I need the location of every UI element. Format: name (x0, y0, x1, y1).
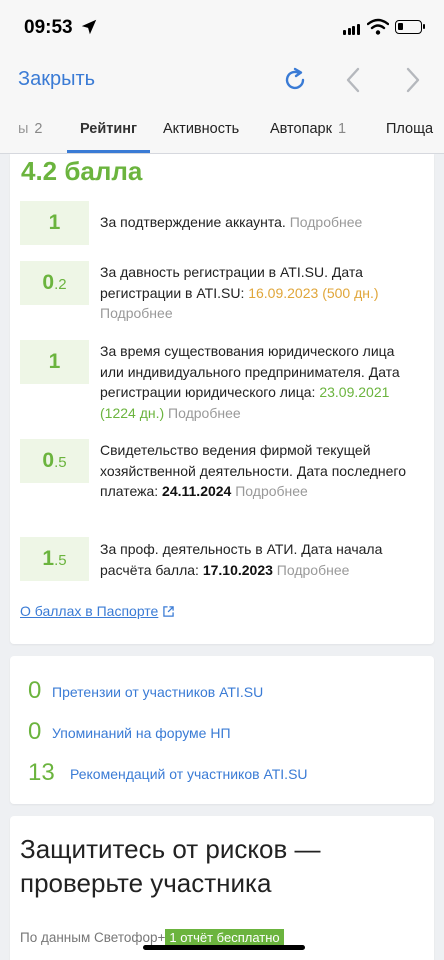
nav-bar: Закрыть (0, 56, 444, 104)
passport-rating-link[interactable]: О баллах в Паспорте (20, 603, 175, 619)
tab-partial[interactable]: ы2 (18, 121, 43, 137)
status-bar: 09:53 (0, 0, 444, 56)
rating-total: 4.2 балла (21, 156, 143, 186)
free-report-badge[interactable]: 1 отчёт бесплатно (165, 929, 284, 946)
tab-platforms[interactable]: Площа (386, 121, 433, 137)
tab-rating[interactable]: Рейтинг (80, 121, 137, 137)
more-link[interactable]: Подробнее (168, 405, 241, 421)
status-time: 09:53 (24, 17, 73, 38)
more-link[interactable]: Подробнее (277, 562, 350, 578)
signal-icon (343, 22, 361, 40)
tab-bar: ы2 Рейтинг Активность Автопарк 1 Площа (0, 104, 444, 154)
location-arrow-icon (81, 19, 97, 35)
tab-fleet[interactable]: Автопарк 1 (270, 121, 346, 137)
score-badge: 0.2 (20, 261, 89, 305)
risk-source: По данным Светофор+ 1 отчёт бесплатно (20, 929, 284, 946)
chevron-right-icon[interactable] (398, 66, 426, 94)
chevron-left-icon[interactable] (340, 66, 368, 94)
rating-card: 4.2 балла 1 За подтверждение аккаунта. П… (10, 154, 434, 644)
risk-check-card: Защититесь от рисков — проверьте участни… (10, 816, 434, 960)
external-link-icon (163, 606, 175, 617)
more-link[interactable]: Подробнее (100, 305, 173, 321)
wifi-icon (367, 18, 389, 35)
tab-activity[interactable]: Активность (163, 121, 239, 137)
stats-card: 0 Претензии от участников ATI.SU 0 Упоми… (10, 656, 434, 804)
score-badge: 1 (20, 201, 89, 245)
more-link[interactable]: Подробнее (235, 483, 308, 499)
close-button[interactable]: Закрыть (18, 68, 95, 91)
battery-icon (395, 20, 425, 34)
refresh-icon[interactable] (281, 66, 309, 94)
risk-title: Защититесь от рисков — проверьте участни… (20, 834, 321, 898)
score-badge: 0.5 (20, 439, 89, 483)
score-badge: 1.5 (20, 537, 89, 581)
more-link[interactable]: Подробнее (290, 214, 363, 230)
home-indicator (143, 945, 305, 950)
score-badge: 1 (20, 340, 89, 384)
